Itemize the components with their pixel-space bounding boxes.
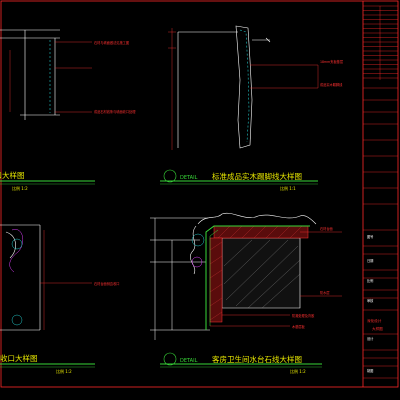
- detail-2-note-1: 18mm夹板基层: [320, 59, 343, 64]
- title-block-row-6: 制图: [367, 368, 373, 373]
- detail-4-note-1: 石材台面: [320, 226, 333, 231]
- detail-4-title: 客房卫生间水台石线大样图: [212, 354, 302, 364]
- detail-1-scale: 比例 1:2: [12, 185, 28, 191]
- detail-4-scale: 比例 1:2: [290, 368, 306, 374]
- title-block-sheet: 大样图: [372, 326, 383, 331]
- title-block-row-3: 比例: [367, 278, 373, 283]
- title-block-row-5: 设计: [367, 336, 374, 341]
- title-block-row-4: 审核: [367, 298, 374, 303]
- detail-2-scale: 比例 1:1: [280, 185, 296, 191]
- title-block-row-1: 图号: [367, 234, 373, 239]
- detail-3-scale: 比例 1:2: [56, 368, 72, 374]
- title-block-stamp: 深化设计: [367, 318, 382, 323]
- detail-1-note-1: 石材与墙面做法见施工图: [94, 40, 129, 45]
- title-block-row-2: 日期: [367, 258, 373, 263]
- detail-2-badge: DETAIL: [180, 175, 198, 181]
- cad-drawing-sheet: 石材与墙面做法见施工图 成品石材线条与墙面收口处理 石材收口大样图 比例 1:2…: [0, 0, 400, 400]
- detail-4-note-3: 防潮处理及背胶: [292, 313, 315, 318]
- detail-3-title: 台面石材收口大样图: [0, 353, 38, 363]
- detail-1-note-2: 成品石材线条与墙面收口处理: [94, 109, 136, 114]
- detail-3-note-1: 石材台面侧边收口: [94, 281, 120, 286]
- detail-2-title: 标准成品实木踢脚线大样图: [212, 171, 302, 181]
- detail-4-note-2: 防水层: [320, 290, 330, 295]
- detail-2-note-2: 成品实木踢脚线: [320, 82, 343, 87]
- detail-1-title: 石材收口大样图: [0, 170, 25, 180]
- detail-4-badge: DETAIL: [180, 358, 198, 364]
- detail-4-note-4: 木基层板: [292, 324, 306, 329]
